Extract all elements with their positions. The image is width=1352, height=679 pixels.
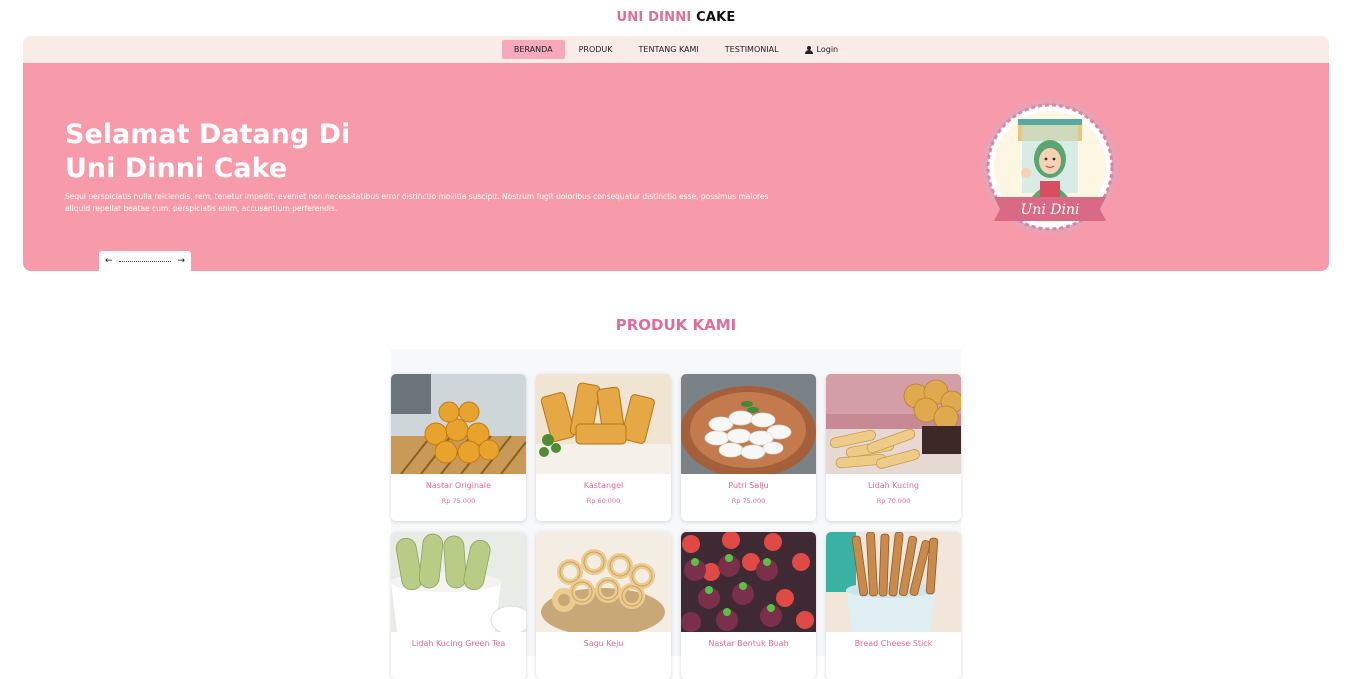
product-name: Sagu Keju: [583, 639, 624, 648]
product-name: Putri Salju: [728, 481, 769, 490]
brand-name-part2: CAKE: [696, 10, 736, 25]
product-price: Rp 75.000: [731, 497, 766, 505]
hero-title-line1: Selamat Datang Di: [65, 119, 351, 150]
product-card-kastangel[interactable]: Kastangel Rp 60.000: [536, 374, 671, 521]
product-card-lidah-kucing-green-tea[interactable]: Lidah Kucing Green Tea: [391, 532, 526, 679]
product-name: Kastangel: [583, 481, 624, 490]
product-name: Nastar Bentuk Buah: [708, 639, 789, 648]
hero-title-line2: Uni Dinni Cake: [65, 153, 288, 184]
product-image: [536, 374, 671, 474]
arrow-right-icon[interactable]: →: [177, 256, 185, 266]
product-card-lidah-kucing[interactable]: Lidah Kucing Rp 70.000: [826, 374, 961, 521]
user-icon: [804, 45, 813, 54]
product-image: [391, 374, 526, 474]
product-image: [391, 532, 526, 632]
product-image: [826, 532, 961, 632]
product-image: [681, 532, 816, 632]
product-card-nastar-originale[interactable]: Nastar Originale Rp 75.000: [391, 374, 526, 521]
product-image: [536, 532, 671, 632]
product-name: Nastar Originale: [425, 481, 492, 490]
product-price: Rp 60.000: [586, 497, 621, 505]
nav-produk[interactable]: PRODUK: [567, 40, 625, 59]
product-name: Lidah Kucing: [868, 481, 919, 490]
product-price: Rp 70.000: [876, 497, 911, 505]
uni-dini-logo: Uni Dini: [980, 97, 1120, 237]
product-price: Rp 75.000: [441, 497, 476, 505]
brand-name-part1: UNI DINNI: [616, 10, 692, 25]
hero-description: Sequi perspiciatis nulla reiciendis, rem…: [65, 192, 769, 213]
product-card-nastar-bentuk-buah[interactable]: Nastar Bentuk Buah: [681, 532, 816, 679]
arrow-left-icon[interactable]: ←: [105, 256, 113, 266]
product-name: Bread Cheese Stick: [854, 639, 933, 648]
products-section-title: PRODUK KAMI: [615, 316, 737, 334]
brand-logo[interactable]: UNI DINNI CAKE: [0, 10, 1352, 25]
nav-beranda[interactable]: BERANDA: [501, 40, 565, 59]
product-card-putri-salju[interactable]: Putri Salju Rp 75.000: [681, 374, 816, 521]
hero-banner: Selamat Datang Di Uni Dinni Cake Sequi p…: [23, 63, 1329, 271]
hero-title: Selamat Datang Di Uni Dinni Cake: [65, 118, 350, 186]
carousel-progress-line: [118, 260, 172, 262]
product-card-bread-cheese-stick[interactable]: Bread Cheese Stick: [826, 532, 961, 679]
nav-login[interactable]: Login: [793, 40, 851, 59]
login-label: Login: [816, 45, 839, 54]
product-image: [681, 374, 816, 474]
carousel-controls: ← →: [99, 251, 191, 271]
product-card-sagu-keju[interactable]: Sagu Keju: [536, 532, 671, 679]
product-image: [826, 374, 961, 474]
product-name: Lidah Kucing Green Tea: [411, 639, 506, 648]
main-navbar: BERANDA PRODUK TENTANG KAMI TESTIMONIAL …: [23, 36, 1329, 63]
nav-testimonial[interactable]: TESTIMONIAL: [713, 40, 791, 59]
nav-tentang-kami[interactable]: TENTANG KAMI: [627, 40, 711, 59]
logo-text: Uni Dini: [1021, 202, 1080, 218]
